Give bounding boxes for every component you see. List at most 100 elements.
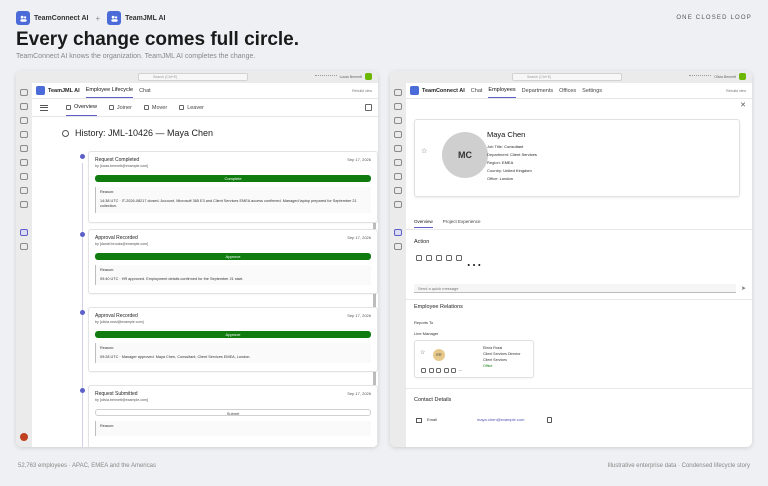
menu-icon[interactable]: [40, 103, 48, 112]
tab-project-experience[interactable]: Project Experience: [443, 219, 481, 228]
video-icon[interactable]: [436, 255, 442, 261]
app-rail: [16, 83, 32, 447]
event-date: Sep 17, 2026: [347, 157, 371, 162]
calendar-icon[interactable]: [20, 145, 28, 152]
quick-message-input[interactable]: Send a quick message: [414, 284, 736, 293]
send-icon[interactable]: ➤: [741, 285, 746, 292]
event-date: Sep 17, 2026: [347, 391, 371, 396]
calls-icon[interactable]: [394, 131, 402, 138]
event-title: Approval Recorded: [95, 313, 138, 319]
profile-department: Department: Client Services: [487, 152, 537, 157]
favorite-star-icon[interactable]: ☆: [420, 349, 425, 356]
search-input[interactable]: Search (Ctrl+E): [138, 73, 248, 81]
activity-icon[interactable]: [20, 89, 28, 96]
export-icon[interactable]: [365, 104, 372, 111]
more-apps-icon[interactable]: [394, 243, 402, 250]
profile-card: ☆ MC Maya Chen Job Title: Consultant Dep…: [414, 119, 740, 197]
files-icon[interactable]: [394, 159, 402, 166]
tab-employees[interactable]: Employees: [488, 83, 516, 98]
tab-employee-lifecycle[interactable]: Employee Lifecycle: [85, 83, 134, 98]
mail-icon[interactable]: [426, 255, 432, 261]
planner-icon[interactable]: [394, 187, 402, 194]
department-label: Department:: [487, 152, 510, 157]
chat-icon[interactable]: [416, 255, 422, 261]
search-input[interactable]: Search (Ctrl+E): [512, 73, 622, 81]
action-row: ⋯: [416, 255, 482, 274]
teamjml-app-icon[interactable]: [20, 229, 28, 236]
profile-country: Country: United Kingdom: [487, 168, 532, 173]
more-icon[interactable]: [314, 75, 337, 78]
phone-icon[interactable]: [443, 368, 449, 373]
subtab-mover[interactable]: Mover: [143, 100, 167, 116]
avatar[interactable]: [739, 73, 746, 80]
brand-left: TeamConnect AI: [34, 14, 89, 22]
chat-icon[interactable]: [20, 103, 28, 110]
back-icon[interactable]: [62, 129, 69, 137]
avatar: MC: [442, 132, 488, 178]
chat-icon[interactable]: [421, 368, 426, 373]
mail-icon[interactable]: [428, 368, 434, 373]
tab-chat[interactable]: Chat: [471, 84, 483, 98]
timeline-dot: [80, 232, 85, 237]
divider: [406, 229, 752, 230]
event-card: Approval Recorded by [olivia.rossi@examp…: [88, 307, 378, 372]
tab-chat[interactable]: Chat: [139, 84, 151, 98]
tab-departments[interactable]: Departments: [522, 84, 554, 98]
video-icon[interactable]: [436, 368, 441, 373]
profile-region: Region: EMEA: [487, 160, 513, 165]
profile-name: Maya Chen: [487, 130, 526, 139]
app-area: TeamJML AI Employee Lifecycle Chat Rebui…: [32, 83, 378, 447]
org-chart-icon[interactable]: [456, 255, 462, 261]
planner-icon[interactable]: [20, 187, 28, 194]
apps-icon[interactable]: [20, 173, 28, 180]
tab-settings[interactable]: Settings: [582, 84, 602, 98]
chat-icon[interactable]: [394, 103, 402, 110]
more-apps-icon[interactable]: [20, 243, 28, 250]
teamconnect-app-icon[interactable]: [394, 229, 402, 236]
apps-icon[interactable]: [394, 173, 402, 180]
files-icon[interactable]: [20, 159, 28, 166]
activity-icon[interactable]: [394, 89, 402, 96]
teams-icon[interactable]: [394, 117, 402, 124]
more-icon[interactable]: ⋯: [459, 368, 464, 373]
title-bar: Search (Ctrl+E) Olivia Bennett: [390, 71, 752, 83]
top-header: TeamConnect AI + TeamJML AI ONE CLOSED L…: [16, 10, 752, 26]
avatar[interactable]: [365, 73, 372, 80]
tab-offices[interactable]: Offices: [559, 84, 576, 98]
tab-overview[interactable]: Overview: [414, 219, 433, 228]
teams-icon[interactable]: [20, 117, 28, 124]
close-icon[interactable]: ✕: [740, 101, 746, 109]
approvals-icon[interactable]: [394, 201, 402, 208]
footer-left: 52,763 employees · APAC, EMEA and the Am…: [18, 463, 156, 469]
favorite-star-icon[interactable]: ☆: [421, 147, 427, 155]
event-reason: Reason: 09:40 UTC · HR approved. Employm…: [95, 265, 371, 285]
subtab-joiner-label: Joiner: [116, 104, 132, 111]
teamjml-app-logo-icon: [36, 86, 45, 95]
event-title: Approval Recorded: [95, 235, 138, 241]
reason-text: 09:40 UTC · HR approved. Employment deta…: [100, 276, 244, 281]
subtab-overview[interactable]: Overview: [66, 99, 97, 116]
more-icon[interactable]: ⋯: [466, 255, 482, 274]
email-link[interactable]: maya.chen@example.com: [477, 417, 524, 422]
org-chart-icon[interactable]: [451, 368, 456, 373]
rebuild-view-button[interactable]: Rebuild view: [726, 89, 746, 93]
subtab-joiner[interactable]: Joiner: [108, 100, 132, 116]
rebuild-view-button[interactable]: Rebuild view: [352, 89, 372, 93]
manager-card[interactable]: ☆ ER Elena Rossi Client Services Directo…: [414, 340, 534, 378]
more-icon[interactable]: [689, 75, 712, 78]
phone-icon[interactable]: [446, 255, 452, 261]
event-date: Sep 17, 2026: [347, 235, 371, 240]
subtab-leaver[interactable]: Leaver: [179, 100, 204, 116]
app-name: TeamConnect AI: [422, 87, 465, 94]
approvals-icon[interactable]: [20, 201, 28, 208]
tagline: ONE CLOSED LOOP: [676, 15, 752, 21]
event-actor: by [olivia.rossi@example.com]: [95, 320, 144, 324]
calls-icon[interactable]: [20, 131, 28, 138]
history-panel: History: JML-10426 — Maya Chen Request C…: [32, 117, 378, 447]
event-actor: by [olivia.bennett@example.com]: [95, 398, 148, 402]
line-manager-label: Line Manager: [414, 331, 439, 336]
history-title: History: JML-10426 — Maya Chen: [75, 128, 214, 138]
history-heading: History: JML-10426 — Maya Chen: [62, 128, 213, 138]
copy-icon[interactable]: [547, 417, 552, 423]
calendar-icon[interactable]: [394, 145, 402, 152]
